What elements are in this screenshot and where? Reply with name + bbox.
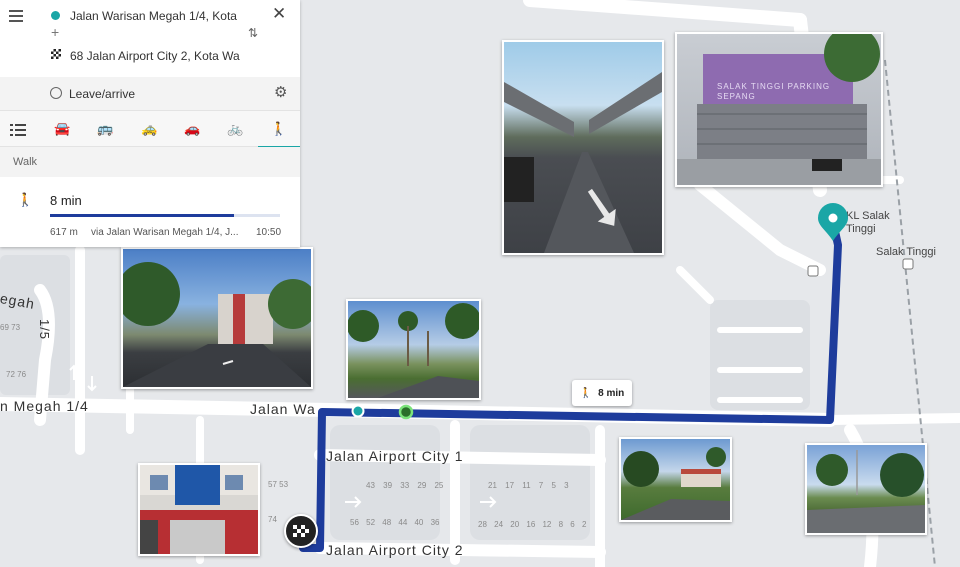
checkered-flag-icon [51,49,61,59]
section-label-walk: Walk [13,156,38,168]
poi-label-ktm[interactable]: KL Salak Tinggi [846,210,906,236]
swap-icon[interactable]: ⇅ [248,26,258,40]
address-numbers: 57 53 [268,480,289,489]
route-distance: 617 m [50,227,78,238]
address-numbers: 69 73 [0,323,21,332]
photo-thumbnail-parking-building[interactable]: SALAK TINGGI PARKING SEPANG [675,32,883,187]
photo-thumbnail-shophouses[interactable] [121,247,313,389]
address-numbers: 72 76 [6,370,27,379]
destination-row: 68 Jalan Airport City 2, Kota War [0,42,300,77]
origin-dot-icon [51,11,60,20]
walking-icon: 🚶 [17,192,34,207]
origin-input[interactable]: Jalan Warisan Megah 1/4, Kota W [70,9,240,23]
route-start-point [351,404,365,418]
section-header: Walk [0,147,300,177]
tab-transit-icon[interactable]: 🚌 [97,121,113,137]
photo-thumbnail-palm-trees[interactable] [346,299,481,400]
settings-gear-icon[interactable]: ⚙ [274,83,287,101]
destination-flag-marker[interactable] [284,514,318,548]
route-duration-badge[interactable]: 🚶 8 min [572,380,632,406]
road-label-warisan-mid: Jalan Wa [250,401,316,417]
tab-list-icon[interactable] [10,123,26,136]
tab-bicycle-icon[interactable]: 🚲 [227,121,243,137]
tab-car-alt-icon[interactable]: 🚗 [184,121,200,137]
directions-panel: Jalan Warisan Megah 1/4, Kota W ✕ + ⇅ 68… [0,0,300,247]
route-arrival-time: 10:50 [256,227,282,238]
road-label-warisan-left: n Megah 1/4 [0,398,89,414]
walking-icon: 🚶 [579,387,593,399]
menu-icon[interactable] [9,10,23,22]
address-numbers: 21 17 11 7 5 3 [488,481,569,490]
address-numbers: 43 39 33 29 25 [366,481,444,490]
road-label-airport-city-1: Jalan Airport City 1 [326,448,464,464]
photo-thumbnail-roadside-trees[interactable] [805,443,927,535]
photo-sign-text: SALAK TINGGI PARKING SEPANG [717,82,831,101]
leave-arrive-row: Leave/arrive ⚙ [0,77,300,110]
route-progress-bar [50,214,280,217]
address-numbers: 56 52 48 44 40 36 [350,518,440,527]
address-numbers: 28 24 20 16 12 8 6 2 [478,520,587,529]
tab-walking-icon[interactable]: 🚶 [258,111,300,148]
photo-thumbnail-parking-entrance[interactable] [502,40,664,255]
travel-mode-tabs: 🚘 🚌 🚕 🚗 🚲 🚶 [0,110,300,148]
leave-arrive-button[interactable]: Leave/arrive [69,87,135,101]
route-duration: 8 min [50,193,82,208]
route-duration-badge-text: 8 min [598,387,625,399]
station-pin-marker[interactable] [816,202,850,242]
poi-label-station[interactable]: Salak Tinggi [876,246,936,258]
road-label-1-5: 1/5 [37,318,53,341]
route-result-card[interactable]: 🚶 8 min 617 m via Jalan Warisan Megah 1/… [0,177,300,247]
tab-taxi-icon[interactable]: 🚕 [141,121,157,137]
photo-thumbnail-storefront[interactable] [138,463,260,556]
close-icon[interactable]: ✕ [272,4,286,24]
route-waypoint [398,404,414,420]
route-via: via Jalan Warisan Megah 1/4, J... [91,227,239,238]
photo-thumbnail-building-lawn[interactable] [619,437,732,522]
tab-car-icon[interactable]: 🚘 [54,121,70,137]
clock-icon [50,87,62,99]
destination-input[interactable]: 68 Jalan Airport City 2, Kota War [70,49,240,63]
origin-row: Jalan Warisan Megah 1/4, Kota W ✕ [0,0,300,24]
address-numbers: 74 [268,515,277,524]
add-stop-row: + ⇅ [0,22,300,42]
add-stop-icon[interactable]: + [51,24,59,40]
road-label-airport-city-2: Jalan Airport City 2 [326,542,464,558]
